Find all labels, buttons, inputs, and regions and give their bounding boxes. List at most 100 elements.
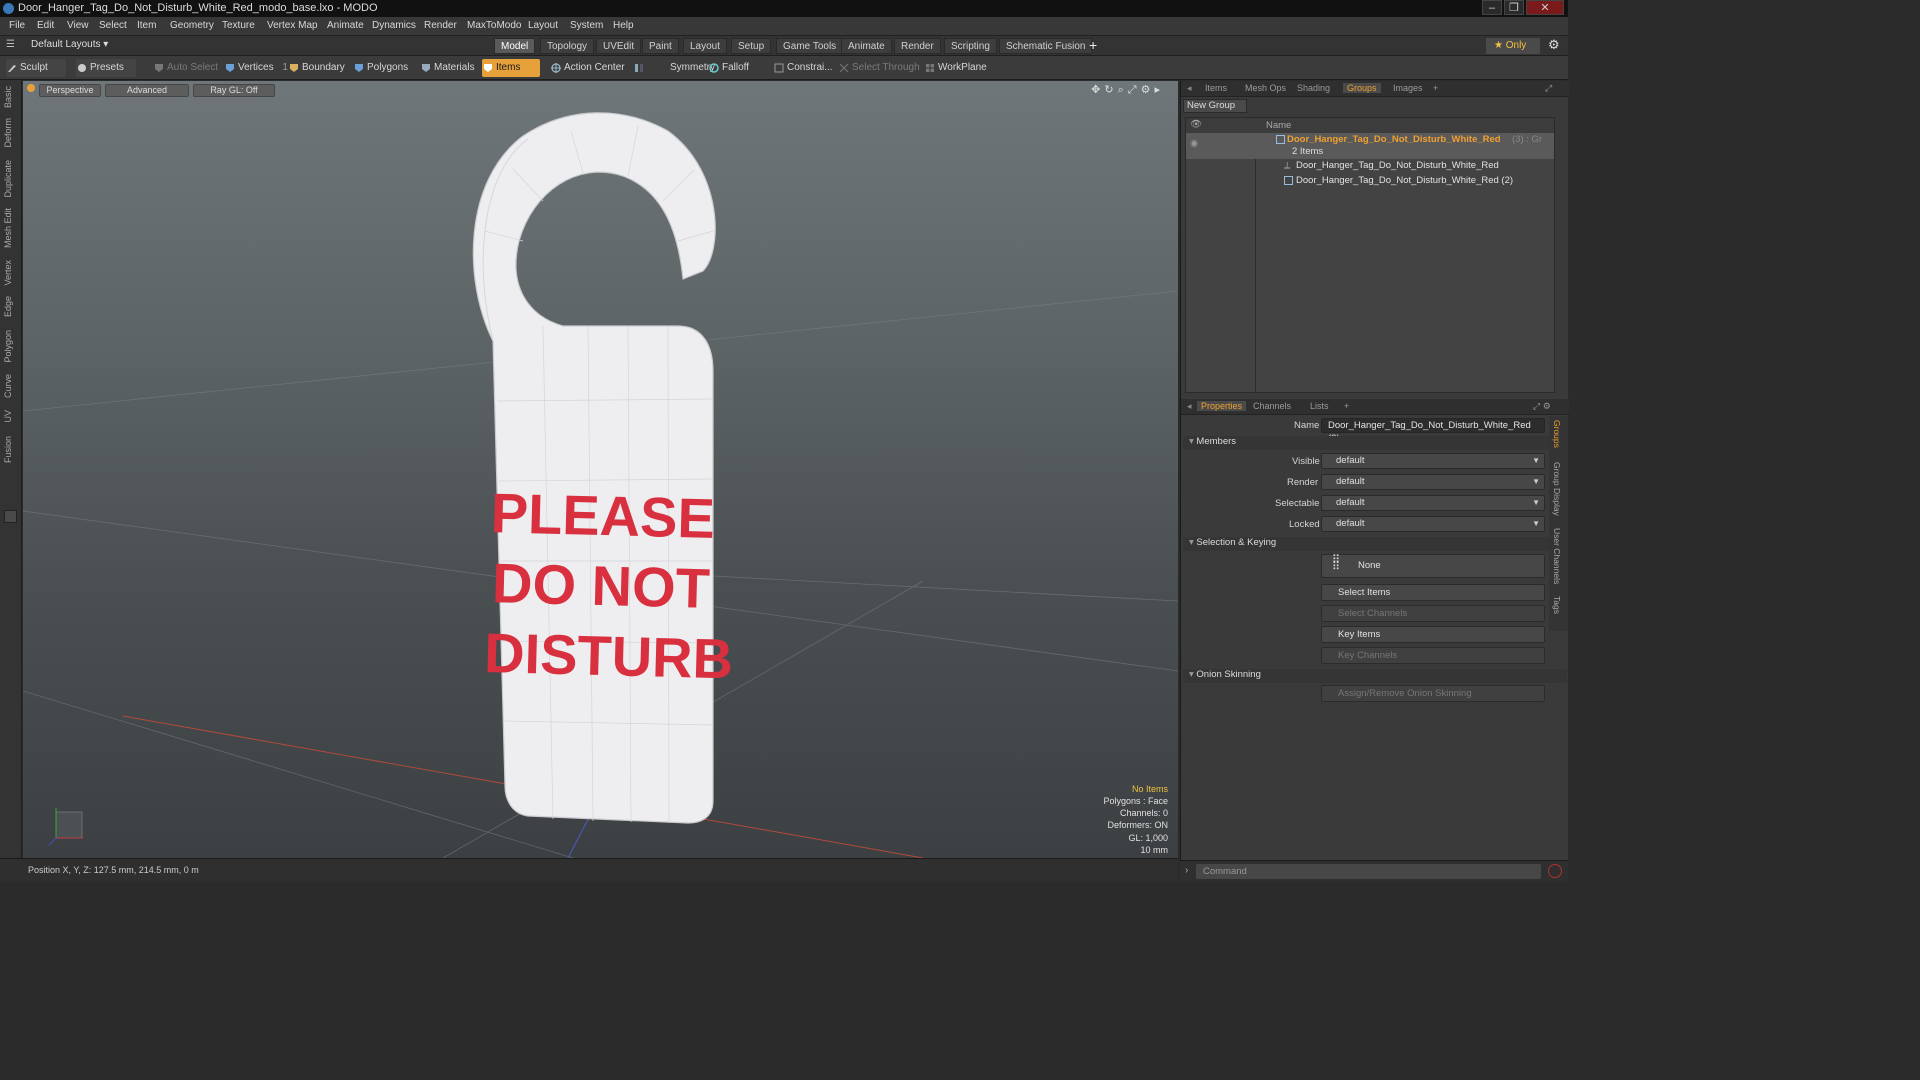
tab-groups[interactable]: Groups <box>1343 83 1381 93</box>
tab-add-properties[interactable]: + <box>1344 401 1349 411</box>
tab-model[interactable]: Model <box>494 38 536 54</box>
tab-images[interactable]: Images <box>1393 83 1423 93</box>
key-channels-button[interactable]: Key Channels <box>1321 647 1545 664</box>
add-tab-button[interactable]: + <box>1089 37 1097 53</box>
tab-setup[interactable]: Setup <box>731 38 772 54</box>
settings-gear-icon[interactable]: ⚙ <box>1548 37 1560 53</box>
left-toggle-button[interactable] <box>4 510 17 523</box>
perspective-dropdown[interactable]: Perspective <box>39 84 101 97</box>
select-channels-button[interactable]: Select Channels <box>1321 605 1545 622</box>
tab-animate[interactable]: Animate <box>841 38 892 54</box>
layout-preset-dropdown[interactable]: Default Layouts ▾ <box>31 39 108 50</box>
select-through-button[interactable]: Select Through <box>838 59 920 77</box>
left-tab-edge[interactable]: Edge <box>3 296 17 317</box>
command-input[interactable]: Command <box>1196 864 1541 879</box>
members-section[interactable]: ▾ Members <box>1183 436 1567 450</box>
menu-geometry[interactable]: Geometry <box>170 20 214 31</box>
left-tab-vertex[interactable]: Vertex <box>3 260 17 286</box>
falloff-button[interactable]: Falloff <box>708 59 749 77</box>
tab-uvedit[interactable]: UVEdit <box>596 38 642 54</box>
none-swatch-button[interactable]: ⠿ ⠿ None <box>1321 554 1545 578</box>
tab-items[interactable]: Items <box>1205 83 1227 93</box>
group-child-row[interactable]: Door_Hanger_Tag_Do_Not_Disturb_White_Red… <box>1186 174 1554 189</box>
tab-schematic-fusion[interactable]: Schematic Fusion <box>999 38 1093 54</box>
menu-layout[interactable]: Layout <box>528 20 558 31</box>
side-tab-groups[interactable]: Groups <box>1552 420 1562 448</box>
viewport-settings-icon[interactable]: ⚙ <box>1141 84 1155 96</box>
properties-expand-icon[interactable]: ⤢ ⚙ <box>1533 401 1551 412</box>
group-visibility-icon[interactable]: ◉ <box>1190 138 1198 149</box>
left-tab-mesh-edit[interactable]: Mesh Edit <box>3 208 17 248</box>
auto-select-button[interactable]: Auto Select <box>153 59 218 77</box>
key-items-button[interactable]: Key Items <box>1321 626 1545 643</box>
locked-dropdown[interactable]: default ▼ <box>1321 516 1545 532</box>
pan-icon[interactable]: ✥ <box>1091 84 1104 96</box>
symmetry-button[interactable]: Symmetry <box>632 59 715 77</box>
items-button[interactable]: Items <box>482 59 540 77</box>
menu-file[interactable]: File <box>9 20 25 31</box>
left-tab-basic[interactable]: Basic <box>3 86 17 108</box>
new-group-button[interactable]: New Group <box>1183 99 1247 113</box>
polygons-button[interactable]: Polygons <box>353 59 408 77</box>
materials-button[interactable]: Materials <box>420 59 475 77</box>
left-tab-uv[interactable]: UV <box>3 410 17 423</box>
onion-skinning-button[interactable]: Assign/Remove Onion Skinning <box>1321 685 1545 702</box>
sculpt-button[interactable]: Sculpt <box>6 59 66 77</box>
selection-keying-section[interactable]: ▾ Selection & Keying <box>1183 537 1567 551</box>
menu-maxtomodo[interactable]: MaxToModo <box>467 20 521 31</box>
advanced-dropdown[interactable]: Advanced <box>105 84 189 97</box>
menu-view[interactable]: View <box>67 20 89 31</box>
left-tab-deform[interactable]: Deform <box>3 118 17 148</box>
side-tab-tags[interactable]: Tags <box>1552 596 1562 614</box>
visible-dropdown[interactable]: default ▼ <box>1321 453 1545 469</box>
menu-edit[interactable]: Edit <box>37 20 54 31</box>
expand-arrow-icon[interactable]: ▸ <box>1154 84 1164 96</box>
tab-lists[interactable]: Lists <box>1310 401 1329 411</box>
only-toggle[interactable]: ★ Only <box>1486 38 1540 54</box>
tab-shading[interactable]: Shading <box>1297 83 1330 93</box>
zoom-icon[interactable]: ⌕ <box>1118 84 1128 96</box>
onion-skinning-section[interactable]: ▾ Onion Skinning <box>1183 669 1567 683</box>
workplane-button[interactable]: WorkPlane <box>924 59 987 77</box>
layout-menu-icon[interactable]: ☰ <box>6 39 15 50</box>
selectable-dropdown[interactable]: default ▼ <box>1321 495 1545 511</box>
menu-render[interactable]: Render <box>424 20 457 31</box>
tab-topology[interactable]: Topology <box>540 38 595 54</box>
presets-button[interactable]: Presets <box>76 59 136 77</box>
menu-dynamics[interactable]: Dynamics <box>372 20 416 31</box>
fit-icon[interactable]: ⤢ <box>1128 84 1141 96</box>
record-icon[interactable] <box>1548 864 1562 878</box>
viewport-nav-icons[interactable]: ✥↻⌕⤢⚙▸ <box>1091 83 1164 97</box>
tab-channels[interactable]: Channels <box>1253 401 1291 411</box>
menu-vertex-map[interactable]: Vertex Map <box>267 20 318 31</box>
maximize-button[interactable]: ❐ <box>1504 0 1524 15</box>
left-tab-fusion[interactable]: Fusion <box>3 436 17 463</box>
menu-texture[interactable]: Texture <box>222 20 255 31</box>
menu-system[interactable]: System <box>570 20 603 31</box>
left-tab-curve[interactable]: Curve <box>3 374 17 398</box>
side-tab-group-display[interactable]: Group Display <box>1552 462 1562 516</box>
left-tab-duplicate[interactable]: Duplicate <box>3 160 17 198</box>
panel-menu-icon[interactable]: ◂ <box>1187 83 1192 94</box>
group-child-row[interactable]: ⟂ Door_Hanger_Tag_Do_Not_Disturb_White_R… <box>1186 159 1554 174</box>
close-button[interactable]: ✕ <box>1526 0 1564 15</box>
left-tab-polygon[interactable]: Polygon <box>3 330 17 363</box>
properties-menu-icon[interactable]: ◂ <box>1187 401 1192 412</box>
select-items-button[interactable]: Select Items <box>1321 584 1545 601</box>
menu-select[interactable]: Select <box>99 20 127 31</box>
panel-expand-icon[interactable]: ⤢ <box>1545 83 1552 94</box>
group-row[interactable]: ◉ Door_Hanger_Tag_Do_Not_Disturb_White_R… <box>1186 133 1554 159</box>
viewport-menu-icon[interactable] <box>27 84 35 92</box>
tab-render[interactable]: Render <box>894 38 941 54</box>
menu-item[interactable]: Item <box>137 20 156 31</box>
boundary-button[interactable]: Boundary <box>288 59 345 77</box>
tab-add[interactable]: + <box>1433 83 1438 93</box>
raygl-toggle[interactable]: Ray GL: Off <box>193 84 275 97</box>
tab-layout[interactable]: Layout <box>683 38 728 54</box>
menu-help[interactable]: Help <box>613 20 634 31</box>
name-field[interactable]: Door_Hanger_Tag_Do_Not_Disturb_White_Red… <box>1321 418 1545 444</box>
rotate-icon[interactable]: ↻ <box>1104 84 1117 96</box>
minimize-button[interactable]: – <box>1482 0 1502 15</box>
tab-paint[interactable]: Paint <box>642 38 679 54</box>
menu-animate[interactable]: Animate <box>327 20 364 31</box>
